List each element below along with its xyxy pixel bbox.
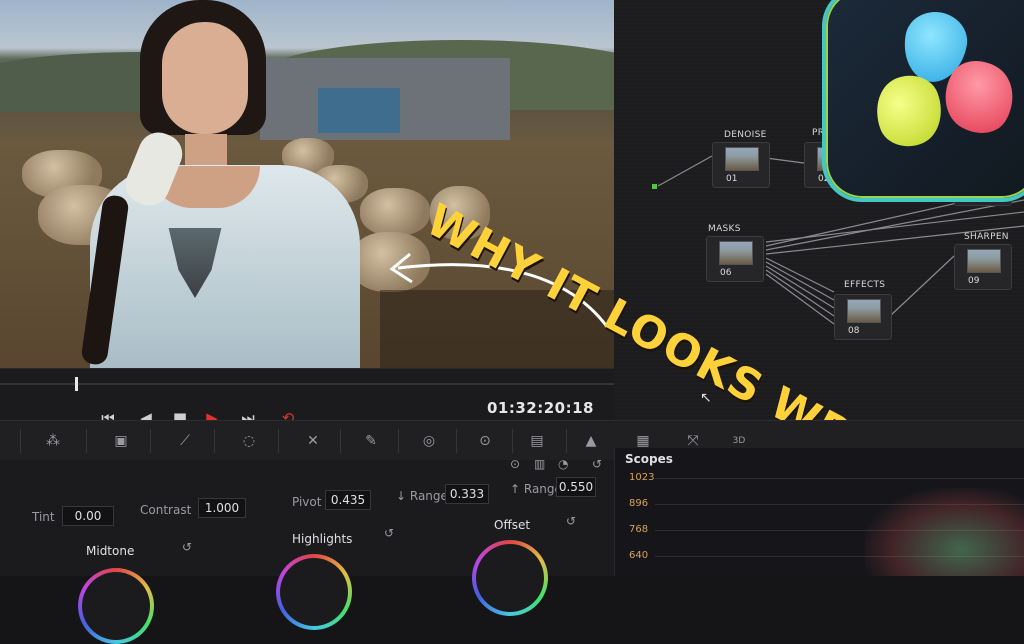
high-range-label: ↑ Range	[510, 482, 562, 496]
node-label-effects: EFFECTS	[844, 280, 886, 290]
highlights-reset-icon[interactable]: ↺	[384, 526, 394, 540]
eyedropper-icon[interactable]: ✎	[356, 431, 386, 451]
low-range-label: ↓ Range	[396, 489, 448, 503]
blur-icon[interactable]: ▲	[576, 431, 606, 451]
highlights-label: Highlights	[292, 532, 353, 546]
midtone-reset-icon[interactable]: ↺	[182, 540, 192, 554]
qualifier-icon[interactable]: ✕	[298, 431, 328, 451]
node-label-masks: MASKS	[708, 224, 741, 234]
timecode: 01:32:20:18	[487, 399, 594, 417]
node-effects[interactable]: 08	[834, 294, 892, 340]
warper-icon[interactable]: ◌	[234, 431, 264, 451]
high-range-field[interactable]: 0.550	[556, 477, 596, 497]
face	[162, 22, 248, 134]
log-mode-icon[interactable]: ⊙	[510, 457, 520, 471]
source-port[interactable]	[652, 184, 657, 189]
reset-all-icon[interactable]: ↺	[592, 457, 602, 471]
timeline-scrubber[interactable]	[0, 383, 614, 385]
waveform-trace	[865, 488, 1024, 576]
node-denoise[interactable]: 01	[712, 142, 770, 188]
bars-mode-icon[interactable]: ▥	[534, 457, 545, 471]
scope-label: 640	[629, 550, 649, 561]
tint-label: Tint	[32, 510, 55, 524]
curves-icon[interactable]: ⟋	[170, 431, 200, 451]
offset-label: Offset	[494, 518, 531, 532]
midtone-label: Midtone	[86, 544, 135, 558]
scope-label: 896	[629, 498, 649, 509]
node-masks[interactable]: 06	[706, 236, 764, 282]
tint-field[interactable]: 0.00	[62, 506, 114, 526]
playhead[interactable]	[75, 377, 78, 391]
midtone-wheel[interactable]	[78, 568, 154, 644]
node-sharpen[interactable]: 09	[954, 244, 1012, 290]
wheels-mode-icon[interactable]: ◔	[558, 457, 568, 471]
offset-wheel[interactable]	[472, 540, 548, 616]
contrast-label: Contrast	[140, 503, 192, 517]
magic-mask-icon[interactable]: ▤	[522, 431, 552, 451]
node-label-sharpen: SHARPEN	[964, 232, 1009, 242]
viewer	[0, 0, 614, 368]
contrast-field[interactable]: 1.000	[198, 498, 246, 518]
tracker-icon[interactable]: ⊙	[470, 431, 500, 451]
scope-label: 1023	[629, 472, 655, 483]
sheep	[360, 188, 430, 236]
scope-label: 768	[629, 524, 649, 535]
low-range-field[interactable]: 0.333	[445, 484, 489, 504]
davinci-resolve-logo-icon	[822, 0, 1024, 202]
scopes-title: Scopes	[625, 452, 673, 466]
primaries-panel: ⊙ ▥ ◔ ↺ Tint 0.00 Contrast 1.000 Pivot 0…	[0, 457, 614, 644]
raw-icon[interactable]: ▣	[106, 431, 136, 451]
offset-reset-icon[interactable]: ↺	[566, 514, 576, 528]
barn-door	[318, 88, 400, 133]
highlights-wheel[interactable]	[276, 554, 352, 630]
scopes-panel: Scopes 1023 896 768 640	[614, 448, 1024, 576]
pivot-field[interactable]: 0.435	[325, 490, 371, 510]
node-label-denoise: DENOISE	[724, 130, 767, 140]
window-icon[interactable]: ◎	[414, 431, 444, 451]
pivot-label: Pivot	[292, 495, 322, 509]
color-match-icon[interactable]: ⁂	[38, 431, 68, 451]
